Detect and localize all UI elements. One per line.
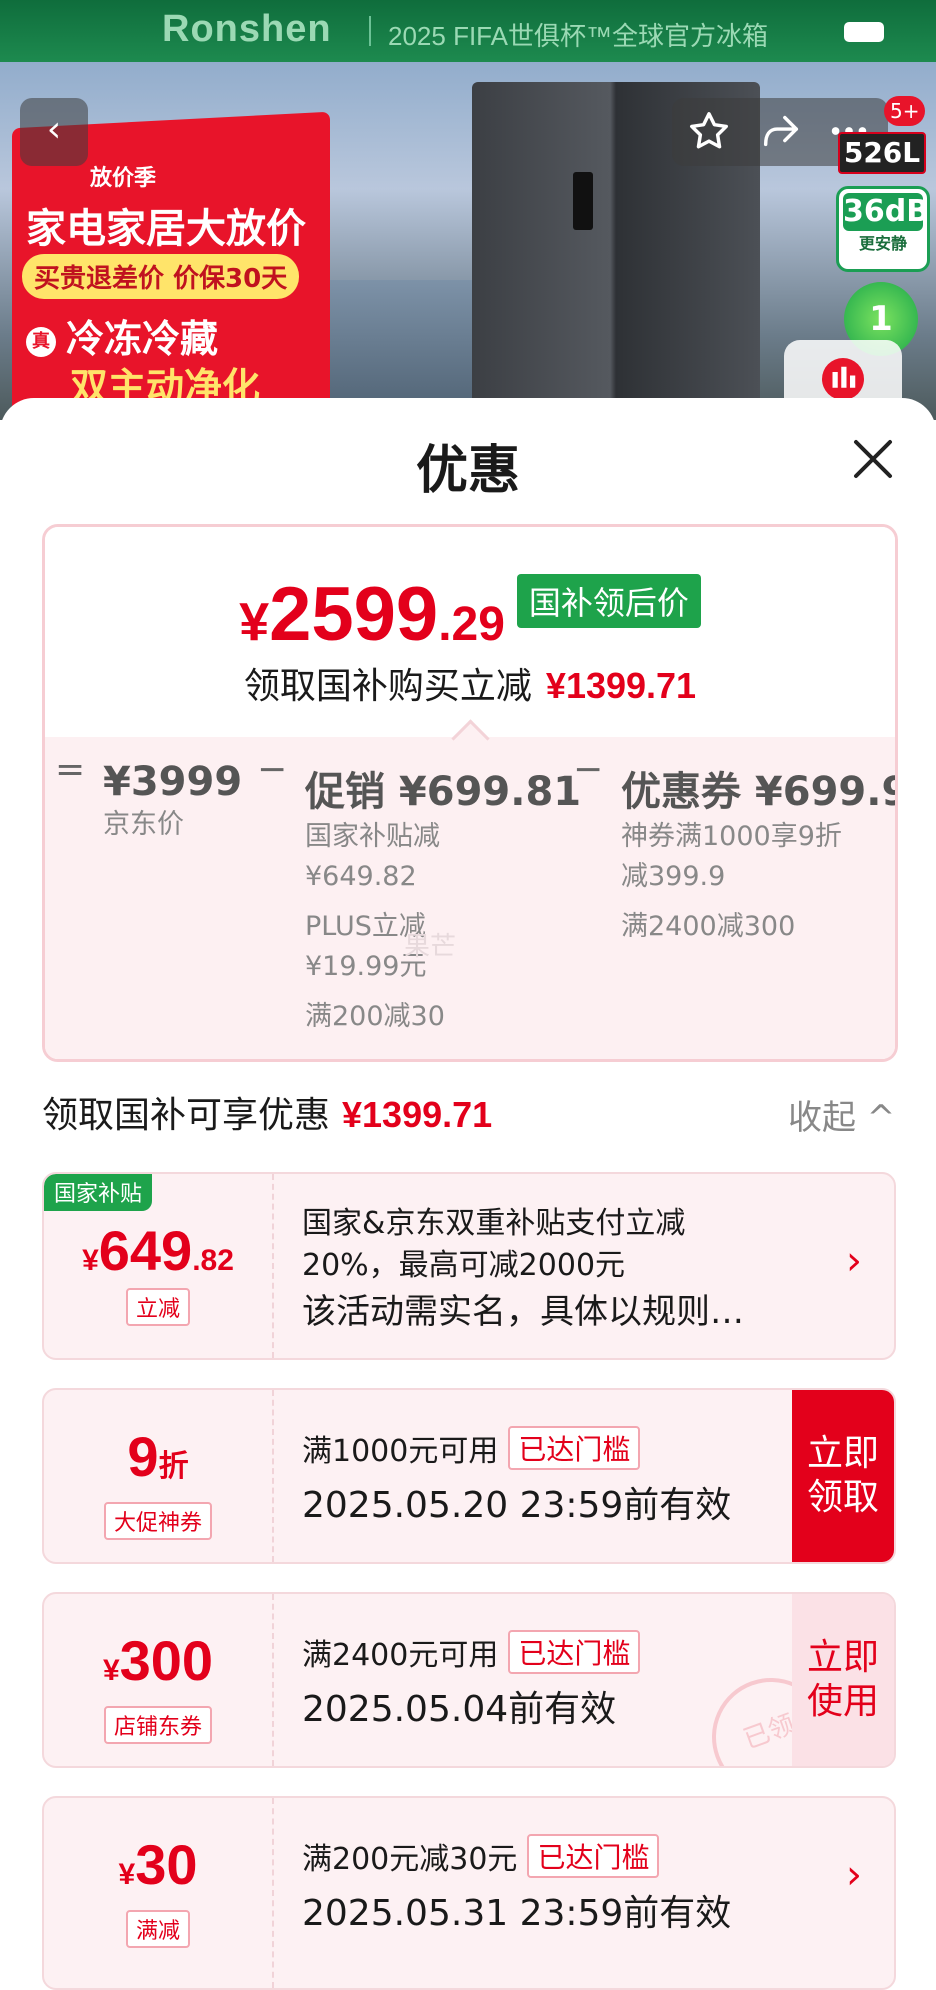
- coupon-type-label: 满减: [125, 1910, 191, 1948]
- coupon-desc-line: 20%，最高可减2000元: [302, 1248, 626, 1283]
- brand-bar: Ronshen 2025 FIFA世俱杯™全球官方冰箱: [0, 0, 936, 62]
- coupon-type-label: 店铺东券: [103, 1706, 213, 1744]
- subsidy-summary: 领取国补可享优惠 ¥1399.71: [42, 1094, 493, 1136]
- coupon-amount: 9折 大促神券: [44, 1390, 272, 1562]
- jd-price-column: ¥3999 京东价: [103, 759, 243, 840]
- coupon-divider: [272, 1174, 274, 1358]
- coupon-discount-9: 9折 大促神券 满1000元可用 已达门槛 2025.05.20 23:59前有效…: [42, 1388, 896, 1564]
- coupon-corner-tag: 国家补贴: [44, 1174, 153, 1211]
- promo-pill: 买贵退差价 价保30天: [22, 254, 300, 299]
- coupon-condition: 满2400元可用 已达门槛: [302, 1630, 641, 1674]
- noise-badge: 36dB 更安静: [836, 186, 930, 272]
- star-icon: [690, 112, 728, 149]
- coupon-amount: ¥30 满减: [44, 1798, 272, 1970]
- final-price-section: ¥2599.29 国补领后价 领取国补购买立减 ¥1399.71: [45, 527, 895, 735]
- promo-line-1: 真冷冻冷藏: [26, 308, 218, 363]
- final-price: ¥2599.29 国补领后价: [45, 571, 895, 658]
- coupon-condition: 满1000元可用 已达门槛: [302, 1426, 641, 1470]
- coupon-condition: 满200元减30元 已达门槛: [302, 1834, 660, 1878]
- claim-button[interactable]: 立即 领取: [792, 1390, 894, 1562]
- coupon-divider: [272, 1390, 274, 1562]
- message-badge: 5+: [884, 96, 926, 126]
- coupon-validity: 2025.05.31 23:59前有效: [302, 1893, 732, 1934]
- close-icon: [854, 440, 892, 478]
- collapse-toggle[interactable]: 收起 ^: [788, 1090, 895, 1139]
- coupon-divider: [272, 1594, 274, 1766]
- threshold-badge: 已达门槛: [508, 1426, 641, 1470]
- price-type-tag: 国补领后价: [516, 574, 701, 628]
- back-button[interactable]: ‹: [20, 98, 88, 166]
- coupon-desc-line: 该活动需实名，具体以规则…: [302, 1292, 744, 1332]
- chevron-right-icon: ›: [846, 1852, 862, 1898]
- coupon-type-label: 立减: [125, 1288, 191, 1326]
- subsidy-savings: 领取国补购买立减 ¥1399.71: [243, 665, 697, 707]
- price-breakdown-card: ¥2599.29 国补领后价 领取国补购买立减 ¥1399.71 = ¥3999 京…: [42, 524, 898, 1062]
- coupon-desc-line: 国家&京东双重补贴支付立减: [302, 1206, 686, 1241]
- promo-column: 促销 ¥699.81 国家补贴减 ¥649.82 PLUS立减 ¥19.99元 …: [305, 769, 582, 1032]
- chevron-left-icon: ‹: [46, 109, 62, 150]
- coupon-reduction-30[interactable]: ¥30 满减 满200元减30元 已达门槛 2025.05.31 23:59前有效…: [42, 1796, 896, 1990]
- coupon-type-label: 大促神券: [103, 1502, 213, 1540]
- coupon-column: 优惠券 ¥699.9 神券满1000享9折 减399.9 满2400减300: [621, 769, 898, 942]
- equals-sign: =: [55, 749, 86, 790]
- brand-logo: Ronshen: [162, 8, 332, 50]
- share-button[interactable]: [758, 108, 804, 154]
- promo-title: 家电家居大放价: [26, 206, 306, 252]
- coupon-validity: 2025.05.04前有效: [302, 1689, 617, 1730]
- watermark: 果芒: [404, 932, 457, 962]
- threshold-badge: 已达门槛: [508, 1630, 641, 1674]
- minus-sign: −: [257, 749, 288, 790]
- share-icon: [763, 115, 799, 147]
- chevron-right-icon: ›: [846, 1238, 862, 1284]
- product-banner: Ronshen 2025 FIFA世俱杯™全球官方冰箱 放价季 家电家居大放价 …: [0, 0, 936, 420]
- promo-tag: 放价季: [90, 166, 157, 191]
- sheet-title: 优惠: [415, 441, 520, 501]
- close-button[interactable]: [848, 434, 898, 484]
- coupon-amount: ¥300 店铺东券: [44, 1594, 272, 1766]
- fridge-control-panel: [573, 172, 593, 230]
- capacity-tag: 526L: [838, 132, 926, 174]
- coupon-national-subsidy[interactable]: ¥649.82 立减 国家补贴 国家&京东双重补贴支付立减 20%，最高可减20…: [42, 1172, 896, 1360]
- coupon-divider: [272, 1798, 274, 1988]
- genuine-icon: 真: [26, 326, 56, 357]
- use-button[interactable]: 立即 使用: [792, 1594, 894, 1766]
- favorite-button[interactable]: [686, 108, 732, 154]
- chart-bars-icon: [822, 358, 864, 400]
- city-background: [300, 280, 500, 400]
- coupon-validity: 2025.05.20 23:59前有效: [302, 1485, 732, 1526]
- coupon-store-300: ¥300 店铺东券 满2400元可用 已达门槛 2025.05.04前有效 已领 …: [42, 1592, 896, 1768]
- minus-sign: −: [573, 749, 604, 790]
- threshold-badge: 已达门槛: [527, 1834, 660, 1878]
- battery-icon: [844, 22, 884, 42]
- brand-slogan: 2025 FIFA世俱杯™全球官方冰箱: [388, 21, 768, 51]
- brand-divider: [369, 16, 371, 46]
